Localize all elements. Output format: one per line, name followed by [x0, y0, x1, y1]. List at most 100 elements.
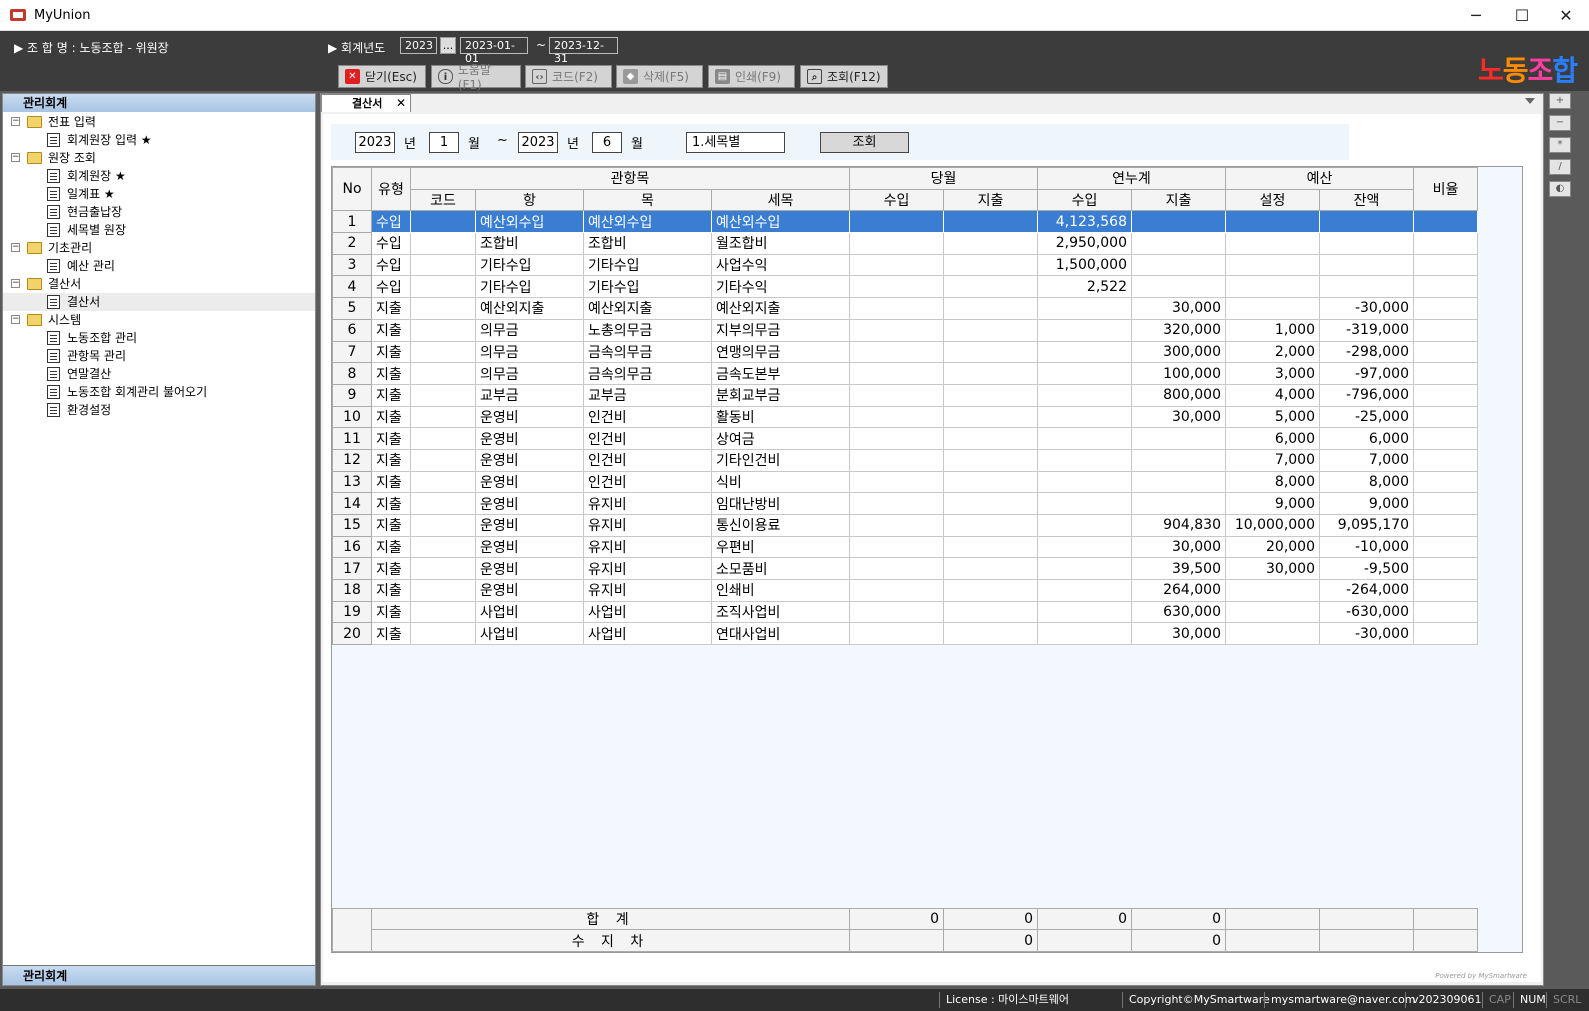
table-cell[interactable] [943, 492, 1038, 515]
table-cell[interactable]: 수입 [371, 253, 411, 277]
table-cell[interactable] [943, 557, 1038, 581]
table-cell[interactable] [1131, 448, 1226, 472]
table-cell[interactable] [410, 514, 476, 537]
tree-folder[interactable]: − 시스템 [3, 311, 315, 329]
col-month-income[interactable]: 수입 [849, 188, 944, 212]
table-cell[interactable] [1413, 600, 1478, 624]
table-cell[interactable]: 지부의무금 [711, 318, 850, 342]
table-cell[interactable]: 기타수입 [475, 275, 584, 299]
table-cell[interactable]: -30,000 [1319, 622, 1414, 646]
table-cell[interactable]: -264,000 [1319, 579, 1414, 602]
table-cell[interactable] [410, 210, 476, 234]
table-cell[interactable]: 운영비 [475, 535, 584, 559]
table-cell[interactable]: 지출 [371, 579, 411, 602]
table-row[interactable]: 4 수입 기타수입 기타수입 기타수익 2,522 [332, 275, 1478, 299]
table-cell[interactable] [943, 232, 1038, 255]
table-cell[interactable]: 예산외수입 [711, 210, 850, 234]
table-cell[interactable]: 18 [332, 579, 372, 602]
table-cell[interactable]: 지출 [371, 470, 411, 494]
col-ratio[interactable]: 비율 [1413, 167, 1478, 212]
panel-footer[interactable]: 관리회계 [3, 965, 315, 985]
table-cell[interactable] [1037, 297, 1132, 320]
table-cell[interactable] [943, 253, 1038, 277]
table-cell[interactable]: 운영비 [475, 427, 584, 450]
table-cell[interactable]: 우편비 [711, 535, 850, 559]
collapse-icon[interactable]: − [11, 243, 20, 252]
zoom-in-button[interactable]: + [1549, 93, 1571, 109]
tree-folder[interactable]: − 결산서 [3, 275, 315, 293]
col-cum-expense[interactable]: 지출 [1131, 188, 1226, 212]
table-cell[interactable]: 인건비 [583, 427, 712, 450]
table-row[interactable]: 13 지출 운영비 인건비 식비 8,000 8,000 [332, 470, 1478, 494]
table-cell[interactable]: 노총의무금 [583, 318, 712, 342]
table-row[interactable]: 11 지출 운영비 인건비 상여금 6,000 6,000 [332, 427, 1478, 450]
table-row[interactable]: 5 지출 예산외지출 예산외지출 예산외지출 30,000 -30,000 [332, 297, 1478, 320]
table-row[interactable]: 2 수입 조합비 조합비 월조합비 2,950,000 [332, 232, 1478, 255]
year-from-input[interactable]: 2023 [355, 132, 395, 153]
table-row[interactable]: 10 지출 운영비 인건비 활동비 30,000 5,000 -25,000 [332, 405, 1478, 429]
query-button[interactable]: 조회 [820, 132, 909, 153]
table-cell[interactable] [849, 232, 944, 255]
table-cell[interactable]: 수입 [371, 232, 411, 255]
table-cell[interactable] [943, 297, 1038, 320]
table-cell[interactable]: 9,000 [1319, 492, 1414, 515]
table-cell[interactable]: 조합비 [583, 232, 712, 255]
table-cell[interactable]: 7,000 [1225, 448, 1320, 472]
table-cell[interactable]: 3,000 [1225, 362, 1320, 385]
table-cell[interactable]: 예산외지출 [711, 297, 850, 320]
table-cell[interactable] [1413, 514, 1478, 537]
table-cell[interactable] [943, 622, 1038, 646]
table-cell[interactable] [1037, 535, 1132, 559]
table-cell[interactable]: 7,000 [1319, 448, 1414, 472]
table-cell[interactable]: 기타수입 [475, 253, 584, 277]
table-cell[interactable]: 금속의무금 [583, 340, 712, 364]
table-cell[interactable] [1413, 318, 1478, 342]
table-cell[interactable]: 유지비 [583, 557, 712, 581]
table-cell[interactable]: 운영비 [475, 492, 584, 515]
table-cell[interactable]: 의무금 [475, 340, 584, 364]
table-cell[interactable]: 분회교부금 [711, 383, 850, 407]
table-cell[interactable] [410, 383, 476, 407]
table-cell[interactable] [410, 362, 476, 385]
table-cell[interactable] [849, 427, 944, 450]
table-cell[interactable] [1225, 275, 1320, 299]
table-cell[interactable] [410, 622, 476, 646]
table-cell[interactable]: 유지비 [583, 514, 712, 537]
table-cell[interactable] [1413, 383, 1478, 407]
table-cell[interactable]: -97,000 [1319, 362, 1414, 385]
collapse-icon[interactable]: − [11, 117, 20, 126]
code-button[interactable]: ‹› 코드(F2) [525, 65, 612, 88]
table-cell[interactable]: 지출 [371, 492, 411, 515]
table-cell[interactable] [849, 492, 944, 515]
table-cell[interactable]: 630,000 [1131, 600, 1226, 624]
table-cell[interactable] [1037, 557, 1132, 581]
col-no[interactable]: No [332, 167, 372, 212]
table-cell[interactable] [1225, 210, 1320, 234]
print-button[interactable]: ▤ 인쇄(F9) [708, 65, 795, 88]
table-row[interactable]: 12 지출 운영비 인건비 기타인건비 7,000 7,000 [332, 448, 1478, 472]
col-month-expense[interactable]: 지출 [943, 188, 1038, 212]
table-cell[interactable] [410, 579, 476, 602]
table-cell[interactable] [1319, 253, 1414, 277]
table-cell[interactable]: 300,000 [1131, 340, 1226, 364]
table-cell[interactable]: 17 [332, 557, 372, 581]
tree-folder[interactable]: − 원장 조회 [3, 149, 315, 167]
close-window-button[interactable]: ✕ [1543, 0, 1589, 31]
table-cell[interactable] [410, 253, 476, 277]
table-cell[interactable] [943, 340, 1038, 364]
table-cell[interactable] [943, 275, 1038, 299]
table-cell[interactable] [1413, 253, 1478, 277]
table-cell[interactable] [1131, 210, 1226, 234]
table-cell[interactable] [1037, 579, 1132, 602]
contrast-button[interactable]: ◐ [1549, 181, 1571, 197]
table-cell[interactable] [1413, 557, 1478, 581]
table-cell[interactable]: 금속의무금 [583, 362, 712, 385]
tree-item[interactable]: 환경설정 [3, 401, 315, 419]
table-cell[interactable] [1413, 340, 1478, 364]
table-cell[interactable] [1037, 405, 1132, 429]
table-cell[interactable]: 5 [332, 297, 372, 320]
table-cell[interactable] [849, 210, 944, 234]
tab-settlement[interactable]: 결산서 ✕ [321, 94, 411, 112]
table-cell[interactable]: 3 [332, 253, 372, 277]
table-cell[interactable] [410, 535, 476, 559]
